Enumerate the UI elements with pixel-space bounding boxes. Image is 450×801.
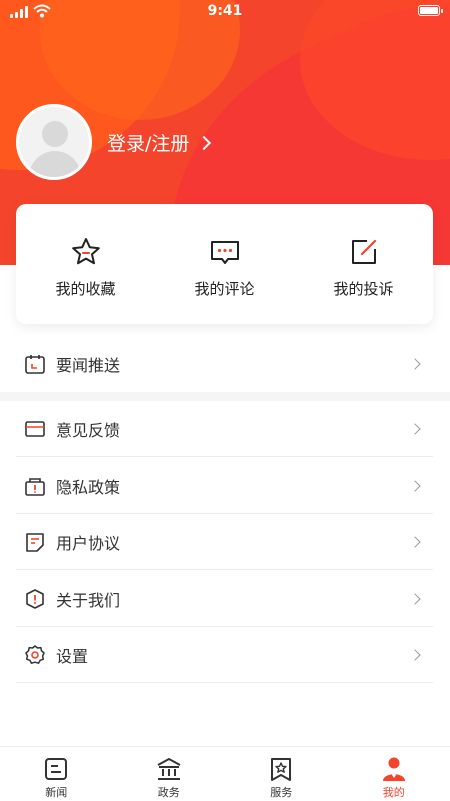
menu-item-label: 用户协议 <box>56 530 411 554</box>
menu-item-label: 要闻推送 <box>56 352 411 376</box>
quick-action-label: 我的评论 <box>194 278 254 299</box>
info-shield-icon <box>24 588 46 610</box>
menu-item-label: 隐私政策 <box>56 474 411 498</box>
menu-item-label: 设置 <box>56 643 411 667</box>
avatar-placeholder-icon <box>42 121 68 147</box>
edit-icon <box>348 236 380 268</box>
chevron-right-icon <box>409 649 420 660</box>
tab-label: 服务 <box>270 784 292 800</box>
bottom-tab-bar: 新闻 政务 服务 我的 <box>0 746 450 801</box>
quick-actions-card: 我的收藏 我的评论 我的投诉 <box>16 204 433 324</box>
section-divider <box>0 392 450 401</box>
tab-news[interactable]: 新闻 <box>0 747 113 801</box>
star-icon <box>70 236 102 268</box>
menu-item-feedback[interactable]: 意见反馈 <box>16 401 433 457</box>
service-icon <box>268 756 294 782</box>
comment-icon <box>209 236 241 268</box>
quick-action-label: 我的收藏 <box>55 278 115 299</box>
chevron-right-icon <box>409 536 420 547</box>
calendar-icon <box>24 353 46 375</box>
tab-government[interactable]: 政务 <box>113 747 226 801</box>
tab-service[interactable]: 服务 <box>225 747 338 801</box>
menu-item-news-push[interactable]: 要闻推送 <box>16 336 433 392</box>
menu-item-user-agreement[interactable]: 用户协议 <box>16 514 433 570</box>
menu-item-label: 关于我们 <box>56 587 411 611</box>
status-bar: 9:41 <box>0 0 450 24</box>
chevron-right-icon <box>409 593 420 604</box>
chevron-right-icon <box>409 358 420 369</box>
chevron-right-icon <box>197 135 211 149</box>
menu-item-settings[interactable]: 设置 <box>16 627 433 683</box>
quick-action-label: 我的投诉 <box>333 278 393 299</box>
envelope-icon <box>24 418 46 440</box>
menu-item-privacy-policy[interactable]: 隐私政策 <box>16 458 433 514</box>
login-register-link[interactable]: 登录/注册 <box>107 129 209 156</box>
menu-item-about-us[interactable]: 关于我们 <box>16 571 433 627</box>
chevron-right-icon <box>409 423 420 434</box>
tab-label: 新闻 <box>45 784 67 800</box>
menu-item-label: 意见反馈 <box>56 417 411 441</box>
my-favorites-button[interactable]: 我的收藏 <box>16 204 155 324</box>
tab-label: 我的 <box>383 784 405 800</box>
news-icon <box>43 756 69 782</box>
user-icon <box>381 756 407 782</box>
login-label: 登录/注册 <box>107 129 189 156</box>
gear-icon <box>24 644 46 666</box>
status-time: 9:41 <box>0 3 450 19</box>
document-icon <box>24 531 46 553</box>
my-complaints-button[interactable]: 我的投诉 <box>294 204 433 324</box>
lock-icon <box>24 475 46 497</box>
tab-mine[interactable]: 我的 <box>338 747 450 801</box>
chevron-right-icon <box>409 480 420 491</box>
battery-icon <box>418 5 440 16</box>
avatar[interactable] <box>16 104 92 180</box>
tab-label: 政务 <box>158 784 180 800</box>
my-comments-button[interactable]: 我的评论 <box>155 204 294 324</box>
government-icon <box>156 756 182 782</box>
